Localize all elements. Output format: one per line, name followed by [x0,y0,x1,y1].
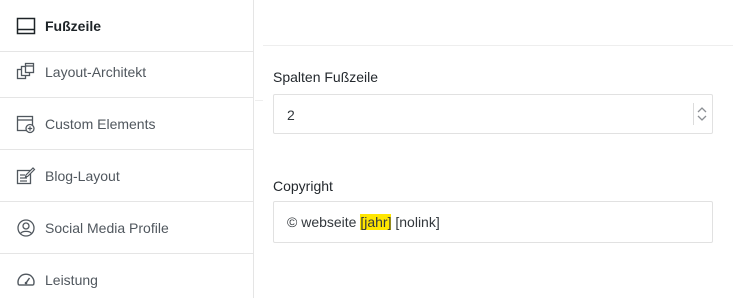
columns-field-label: Spalten Fußzeile [273,69,379,85]
custom-elements-icon [16,114,36,134]
columns-select-value: 2 [287,107,295,123]
divider [693,103,694,125]
copyright-input-value: © webseite [jahr] [nolink] [287,214,440,230]
columns-select[interactable]: 2 [273,94,713,134]
copyright-field-label: Copyright [273,178,333,194]
divider [263,45,733,46]
sidebar-item-label: Social Media Profile [45,219,169,236]
copyright-text: © webseite [287,214,361,230]
sidebar-item-label: Blog-Layout [45,167,120,184]
footer-layout-icon [16,16,36,36]
settings-panel: Spalten Fußzeile 2 Copyright © webseite … [255,0,733,298]
shortcode-year-highlight: [jahr] [360,214,392,230]
speedometer-icon [16,270,36,290]
blog-edit-icon [16,166,36,186]
sidebar-item-blog-layout[interactable]: Blog-Layout [0,150,253,202]
sidebar-item-label: Leistung [45,272,98,288]
sidebar-item-layout-architekt[interactable]: Layout-Architekt [0,46,253,98]
shortcode-nolink: [nolink] [395,214,440,230]
sidebar-item-fusszeile[interactable]: Fußzeile [0,0,253,52]
select-updown-icon [695,105,709,123]
layout-builder-icon [16,62,36,82]
copyright-input[interactable]: © webseite [jahr] [nolink] [273,201,713,243]
sidebar-item-label: Layout-Architekt [45,63,147,80]
sidebar-item-custom-elements[interactable]: Custom Elements [0,98,253,150]
sidebar-item-label: Custom Elements [45,115,156,132]
sidebar-item-label: Fußzeile [45,17,102,34]
settings-sidebar: Fußzeile Layout-Architekt Custom Element… [0,0,254,298]
divider [255,100,263,101]
user-profile-icon [16,218,36,238]
sidebar-item-social-media-profile[interactable]: Social Media Profile [0,202,253,254]
sidebar-item-leistung[interactable]: Leistung [0,254,253,306]
